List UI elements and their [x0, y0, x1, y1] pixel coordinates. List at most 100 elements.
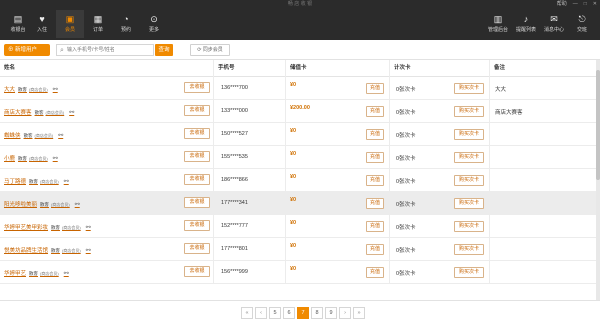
query-button[interactable]: 查询 — [155, 44, 173, 56]
next-page-button[interactable]: › — [339, 307, 351, 319]
link-icon[interactable]: ⚯ — [64, 179, 69, 185]
nav-label: 入住 — [36, 27, 47, 33]
buy-count-card-button[interactable]: 购买次卡 — [454, 267, 484, 278]
phone-number: 152****777 — [221, 223, 248, 229]
recharge-button[interactable]: 充值 — [366, 221, 384, 232]
link-icon[interactable]: ⚯ — [75, 202, 80, 208]
minimize-icon[interactable]: — — [573, 0, 578, 8]
table-row[interactable]: 华婷甲艺美甲彩妆 散客 (商店会员) ⚯ 去收银 152****777 ¥0 充值 0张次卡 购买… — [0, 215, 596, 238]
recharge-button[interactable]: 充值 — [366, 83, 384, 94]
table-row[interactable]: 悦美坊品牌生活馆 散客 (商店会员) ⚯ 去收银 177****801 ¥0 充值 0张次卡 购买… — [0, 238, 596, 261]
checkout-button[interactable]: 去收银 — [184, 151, 210, 162]
page-button[interactable]: 6 — [283, 307, 295, 319]
checkout-button[interactable]: 去收银 — [184, 128, 210, 139]
header-count-card[interactable]: 计次卡 — [390, 60, 490, 77]
member-name-link[interactable]: 商店大赛客 散客 (商店会员) ⚯ — [4, 108, 74, 116]
buy-count-card-button[interactable]: 购买次卡 — [454, 221, 484, 232]
cell-note — [490, 146, 596, 169]
page-button[interactable]: 8 — [311, 307, 323, 319]
table-row[interactable]: 小鹿 散客 (商店会员) ⚯ 去收银 155****535 ¥0 充值 0张次卡 购买次卡 — [0, 146, 596, 169]
nav-members[interactable]: ▣ 会员 — [56, 10, 84, 38]
checkout-button[interactable]: 去收银 — [184, 82, 210, 93]
member-name-link[interactable]: 大大 散客 (商店会员) ⚯ — [4, 85, 58, 93]
table-row[interactable]: 马丁路德 散客 (商店会员) ⚯ 去收银 186****866 ¥0 充值 0张次卡 购买次卡 — [0, 169, 596, 192]
cell-note — [490, 238, 596, 261]
member-source: (商店会员) — [29, 87, 48, 92]
nav-checkin[interactable]: ♥ 入住 — [28, 10, 56, 38]
buy-count-card-button[interactable]: 购买次卡 — [454, 198, 484, 209]
table-row[interactable]: 阳光哆啦美丽 散客 (商店会员) ⚯ 去收银 177****341 ¥0 充值 0张次卡 购买次卡 — [0, 192, 596, 215]
phone-number: 177****341 — [221, 200, 248, 206]
cell-name: 小鹿 散客 (商店会员) ⚯ 去收银 — [0, 146, 214, 169]
stored-value-amount: ¥0 — [290, 220, 297, 226]
link-icon[interactable]: ⚯ — [64, 271, 69, 277]
stored-value-amount: ¥0 — [290, 151, 297, 157]
link-icon[interactable]: ⚯ — [53, 87, 58, 93]
add-user-button[interactable]: ⊕ 新增用户 — [4, 44, 50, 56]
buy-count-card-button[interactable]: 购买次卡 — [454, 244, 484, 255]
table-row[interactable]: 商店大赛客 散客 (商店会员) ⚯ 去收银 133****000 ¥200.00 充值 0张次卡… — [0, 100, 596, 123]
recharge-button[interactable]: 充值 — [366, 198, 384, 209]
sync-members-button[interactable]: ⟳ 同步会员 — [190, 44, 230, 56]
current-page-button[interactable]: 7 — [297, 307, 309, 319]
help-button[interactable]: 帮助 — [557, 0, 567, 8]
nav-more[interactable]: ⊙ 更多 — [140, 10, 168, 38]
table-row[interactable]: 蜘蛛侠 散客 (商店会员) ⚯ 去收银 150****527 ¥0 充值 0张次卡 购买次卡 — [0, 123, 596, 146]
buy-count-card-button[interactable]: 购买次卡 — [454, 175, 484, 186]
member-name-link[interactable]: 悦美坊品牌生活馆 散客 (商店会员) ⚯ — [4, 246, 91, 254]
nav-messages[interactable]: ✉ 消息中心 — [540, 10, 568, 38]
buy-count-card-button[interactable]: 购买次卡 — [454, 129, 484, 140]
buy-count-card-button[interactable]: 购买次卡 — [454, 83, 484, 94]
header-name[interactable]: 姓名 — [0, 60, 214, 77]
checkout-button[interactable]: 去收银 — [184, 105, 210, 116]
link-icon[interactable]: ⚯ — [58, 133, 63, 139]
nav-handover[interactable]: ⎋ 交班 — [568, 10, 596, 38]
link-icon[interactable]: ⚯ — [86, 248, 91, 254]
first-page-button[interactable]: « — [241, 307, 253, 319]
maximize-icon[interactable]: □ — [584, 0, 587, 8]
header-note[interactable]: 备注 — [490, 60, 596, 77]
nav-reminders[interactable]: ♪ 提醒列表 — [512, 10, 540, 38]
member-name-link[interactable]: 华婷甲艺美甲彩妆 散客 (商店会员) ⚯ — [4, 223, 91, 231]
member-name-link[interactable]: 蜘蛛侠 散客 (商店会员) ⚯ — [4, 131, 63, 139]
recharge-button[interactable]: 充值 — [366, 175, 384, 186]
nav-orders[interactable]: ▦ 订单 — [84, 10, 112, 38]
scroll-thumb[interactable] — [596, 70, 600, 180]
recharge-button[interactable]: 充值 — [366, 267, 384, 278]
recharge-button[interactable]: 充值 — [366, 129, 384, 140]
member-name-link[interactable]: 小鹿 散客 (商店会员) ⚯ — [4, 154, 58, 162]
link-icon[interactable]: ⚯ — [53, 156, 58, 162]
link-icon[interactable]: ⚯ — [69, 110, 74, 116]
checkout-button[interactable]: 去收银 — [184, 220, 210, 231]
checkout-button[interactable]: 去收银 — [184, 197, 210, 208]
checkout-button[interactable]: 去收银 — [184, 174, 210, 185]
checkout-button[interactable]: 去收银 — [184, 266, 210, 277]
member-name-link[interactable]: 阳光哆啦美丽 散客 (商店会员) ⚯ — [4, 200, 80, 208]
nav-admin[interactable]: ▥ 管理后台 — [484, 10, 512, 38]
last-page-button[interactable]: » — [353, 307, 365, 319]
page-button[interactable]: 9 — [325, 307, 337, 319]
vertical-scrollbar[interactable] — [596, 60, 600, 300]
member-source: (商店会员) — [62, 248, 81, 253]
member-name-link[interactable]: 马丁路德 散客 (商店会员) ⚯ — [4, 177, 69, 185]
search-input[interactable] — [67, 45, 153, 55]
stored-value-amount: ¥0 — [290, 243, 297, 249]
recharge-button[interactable]: 充值 — [366, 152, 384, 163]
cell-count-card: 0张次卡 购买次卡 — [390, 192, 490, 215]
table-row[interactable]: 大大 散客 (商店会员) ⚯ 去收银 136****700 ¥0 充值 0张次卡 购买次卡 大大 — [0, 77, 596, 100]
prev-page-button[interactable]: ‹ — [255, 307, 267, 319]
header-phone[interactable]: 手机号 — [214, 60, 286, 77]
recharge-button[interactable]: 充值 — [366, 244, 384, 255]
table-row[interactable]: 华婷甲艺 散客 (商店会员) ⚯ 去收银 156****999 ¥0 充值 0张次卡 购买次卡 — [0, 261, 596, 284]
link-icon[interactable]: ⚯ — [86, 225, 91, 231]
checkout-button[interactable]: 去收银 — [184, 243, 210, 254]
buy-count-card-button[interactable]: 购买次卡 — [454, 152, 484, 163]
member-name-link[interactable]: 华婷甲艺 散客 (商店会员) ⚯ — [4, 269, 69, 277]
recharge-button[interactable]: 充值 — [366, 106, 384, 117]
cell-name: 阳光哆啦美丽 散客 (商店会员) ⚯ 去收银 — [0, 192, 214, 215]
buy-count-card-button[interactable]: 购买次卡 — [454, 106, 484, 117]
page-button[interactable]: 5 — [269, 307, 281, 319]
header-stored-value[interactable]: 储值卡 — [286, 60, 390, 77]
close-icon[interactable]: ✕ — [593, 0, 597, 8]
nav-booking[interactable]: ◔ 预约 — [112, 10, 140, 38]
